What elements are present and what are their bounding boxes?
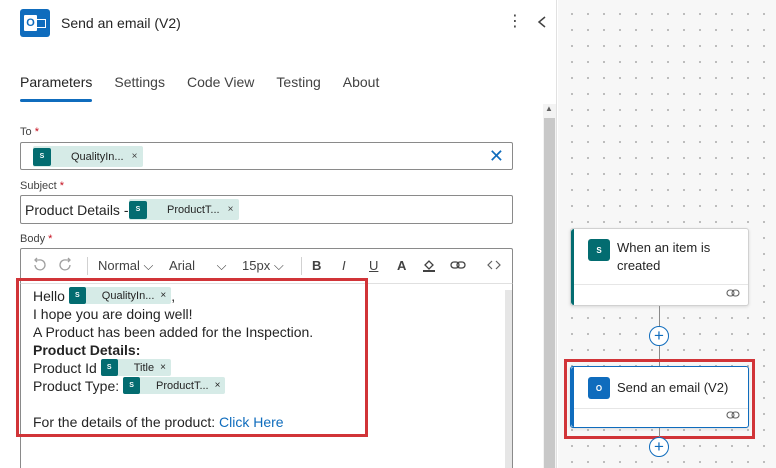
body-label: Body * [20,233,53,245]
tab-bar: Parameters Settings Code View Testing Ab… [20,74,401,102]
trigger-card[interactable]: S When an item is created [570,228,749,306]
chevron-left-icon[interactable] [532,11,552,33]
underline-button[interactable]: U [369,258,378,273]
link-icon [726,288,740,301]
flow-canvas[interactable]: S When an item is created + O Send an em… [558,0,776,468]
more-vertical-icon[interactable]: ⋮ [505,11,525,33]
token-remove-icon[interactable]: × [228,204,234,215]
paragraph-style-dropdown[interactable]: Normal ⌵ [98,258,153,274]
card-accent [571,229,574,305]
trigger-title: When an item is created [617,240,711,273]
italic-button[interactable]: I [342,258,346,273]
token-label: ProductT... [167,203,220,216]
panel-title: Send an email (V2) [61,15,181,31]
tab-testing[interactable]: Testing [276,74,320,100]
subject-dynamic-token[interactable]: S ProductT... × [129,199,240,220]
clear-icon[interactable]: ✕ [489,147,504,165]
add-step-button[interactable]: + [649,326,669,346]
to-label: To * [20,126,39,138]
action-settings-panel: O Send an email (V2) ⋮ Parameters Settin… [0,0,557,468]
subject-label: Subject * [20,180,65,192]
font-color-button[interactable]: A [397,258,406,273]
token-remove-icon[interactable]: × [132,151,138,162]
to-dynamic-token[interactable]: S QualityIn... × [33,146,144,167]
font-size-dropdown[interactable]: 15px ⌵ [242,258,284,274]
subject-text: Product Details - [25,202,133,218]
sharepoint-icon: S [129,200,147,219]
sharepoint-icon: S [588,239,610,261]
token-label: QualityIn... [71,150,124,163]
paint-bucket-icon[interactable] [422,258,436,276]
bold-button[interactable]: B [312,258,321,273]
panel-scrollbar-thumb[interactable] [544,118,555,468]
highlight-box [564,359,755,439]
tab-settings[interactable]: Settings [114,74,165,100]
outlook-icon: O [20,9,50,37]
highlight-box [16,278,368,437]
undo-icon[interactable] [32,257,46,276]
font-dropdown[interactable]: Arial ⌵ [169,258,227,274]
code-view-icon[interactable] [487,258,501,275]
scroll-up-arrow-icon[interactable]: ▲ [545,104,553,113]
subject-field[interactable]: Product Details - S ProductT... × [20,195,513,224]
redo-icon[interactable] [59,257,73,276]
tab-parameters[interactable]: Parameters [20,74,93,102]
link-icon[interactable] [450,259,466,274]
tab-code-view[interactable]: Code View [187,74,254,100]
card-divider [574,284,748,285]
to-field[interactable]: S QualityIn... × ✕ [20,142,513,170]
tab-about[interactable]: About [343,74,380,100]
toolbar-divider [301,257,302,275]
add-step-button[interactable]: + [649,437,669,457]
sharepoint-icon: S [33,147,51,166]
toolbar-divider [87,257,88,275]
editor-scrollbar[interactable] [505,290,512,468]
